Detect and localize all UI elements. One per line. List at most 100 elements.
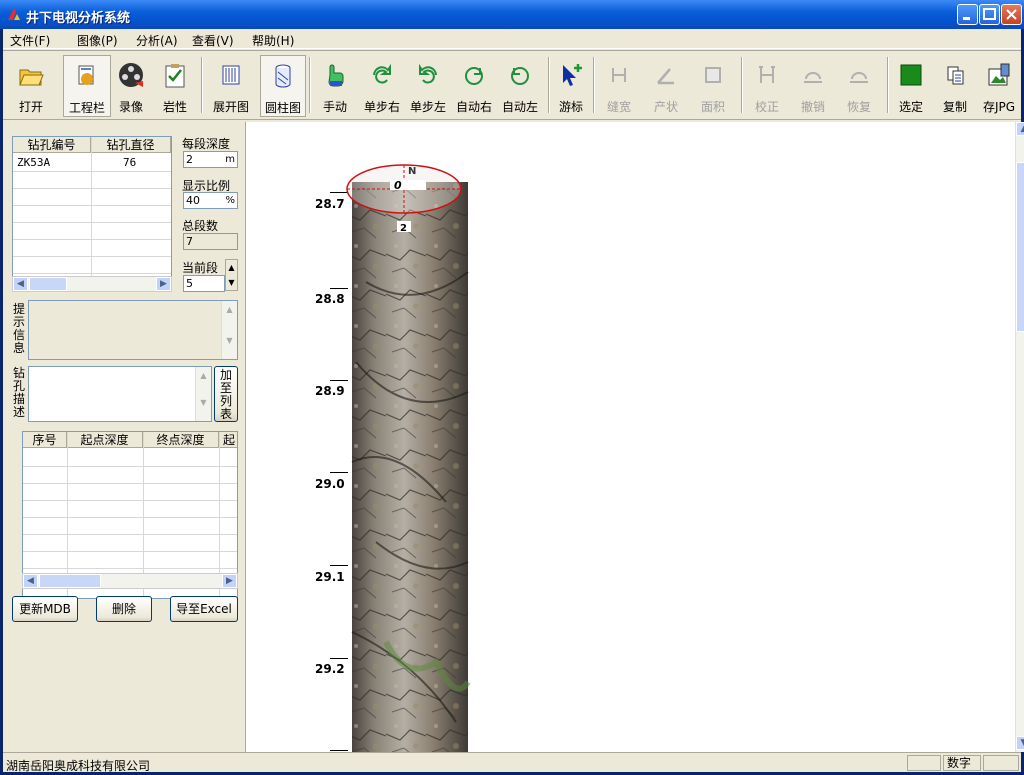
update-mdb-button[interactable]: 更新MDB: [12, 596, 78, 622]
col-index-header[interactable]: 序号: [23, 432, 67, 448]
scroll-up-icon[interactable]: ▲: [1016, 122, 1024, 136]
copy-icon: [947, 66, 964, 85]
menu-view[interactable]: 查看(V): [192, 32, 234, 49]
unroll-view-button[interactable]: 展开图: [208, 55, 254, 117]
undo-button[interactable]: 撤销: [793, 55, 833, 117]
cylinder-view-button[interactable]: 圆柱图: [260, 55, 306, 117]
menu-image[interactable]: 图像(P): [77, 32, 118, 49]
minimize-button[interactable]: [957, 4, 978, 25]
menu-bar: 文件(F) 图像(P) 分析(A) 查看(V) 帮助(H): [3, 29, 1021, 49]
scroll-thumb[interactable]: [39, 574, 101, 588]
open-button[interactable]: 打开: [13, 55, 49, 117]
current-segment-input[interactable]: 5: [183, 275, 225, 292]
depth-label: 28.8: [315, 292, 345, 306]
app-logo-icon: [8, 8, 20, 20]
redo-icon: [850, 72, 868, 83]
borehole-image-view[interactable]: 28.7 28.8 28.9 29.0 29.1 29.2 0 N 2: [245, 122, 1015, 752]
scroll-thumb[interactable]: [29, 277, 67, 291]
calibrate-button[interactable]: 校正: [747, 55, 787, 117]
cursor-plus-icon: [563, 64, 582, 86]
auto-left-button[interactable]: 自动左: [497, 55, 543, 117]
angle-icon: [657, 68, 674, 85]
hint-scrollbar[interactable]: ▲ ▼: [221, 301, 237, 359]
step-left-button[interactable]: 单步左: [405, 55, 451, 117]
maximize-icon: [983, 8, 996, 20]
redo-button[interactable]: 恢复: [839, 55, 879, 117]
step-right-button[interactable]: 单步右: [359, 55, 405, 117]
auto-right-button[interactable]: 自动右: [451, 55, 497, 117]
delete-button[interactable]: 删除: [96, 596, 152, 622]
result-table-hscroll[interactable]: ◀ ▶: [22, 573, 238, 589]
rotate-left-icon: [419, 63, 437, 84]
film-reel-icon: [119, 63, 143, 87]
scroll-right-icon[interactable]: ▶: [222, 574, 237, 588]
close-button[interactable]: [1001, 4, 1022, 25]
area-icon: [705, 67, 721, 83]
borehole-desc-textarea[interactable]: ▲ ▼: [28, 366, 212, 422]
depth-label: 28.9: [315, 384, 345, 398]
segment-spinner[interactable]: ▲ ▼: [225, 259, 238, 291]
export-excel-button[interactable]: 导至Excel: [170, 596, 238, 622]
hint-info-label: 提示信息: [12, 302, 25, 355]
table-cell[interactable]: 76: [123, 156, 136, 169]
select-button[interactable]: 选定: [893, 55, 929, 117]
borehole-cylinder-image[interactable]: 0 N 2: [346, 162, 476, 752]
app-window: 井下电视分析系统 文件(F) 图像(P) 分析(A) 查看(V) 帮助(H) 打…: [0, 0, 1024, 775]
lithology-button[interactable]: 岩性: [155, 55, 195, 117]
status-bar: 湖南岳阳奥成科技有限公司 数字: [3, 752, 1021, 773]
folder-open-icon: [19, 69, 44, 86]
depth-label: 29.1: [315, 570, 345, 584]
manual-button[interactable]: 手动: [315, 55, 355, 117]
minimize-icon: [963, 17, 970, 20]
col-start-depth-header[interactable]: 起点深度: [67, 432, 143, 448]
hint-info-box: ▲ ▼: [28, 300, 238, 360]
project-bar-button[interactable]: 工程栏: [63, 55, 111, 117]
toolbar-separator: [593, 57, 595, 113]
add-to-list-button[interactable]: 加至列表: [214, 366, 238, 422]
calibrate-icon: [759, 66, 775, 83]
toolbar-separator: [201, 57, 203, 113]
borehole-table[interactable]: 钻孔编号 钻孔直径 ZK53A 76: [12, 136, 172, 292]
menu-file[interactable]: 文件(F): [10, 32, 50, 49]
toolbar-separator: [887, 57, 889, 113]
scroll-down-icon[interactable]: ▼: [1016, 736, 1024, 750]
scroll-left-icon[interactable]: ◀: [13, 277, 28, 291]
attitude-button[interactable]: 产状: [648, 55, 684, 117]
compass-bottom-label: 2: [400, 223, 407, 234]
gap-width-button[interactable]: 缝宽: [601, 55, 637, 117]
segment-depth-input[interactable]: 2m: [183, 151, 238, 168]
depth-label: 29.0: [315, 477, 345, 491]
scroll-left-icon[interactable]: ◀: [23, 574, 38, 588]
borehole-table-hscroll[interactable]: ◀ ▶: [12, 276, 172, 292]
save-jpg-button[interactable]: 存JPG: [979, 55, 1019, 117]
project-panel-icon: [78, 65, 94, 85]
scroll-right-icon[interactable]: ▶: [156, 277, 171, 291]
view-vertical-scrollbar[interactable]: ▲ ▼: [1015, 122, 1024, 752]
borehole-diameter-header[interactable]: 钻孔直径: [91, 137, 171, 153]
borehole-id-header[interactable]: 钻孔编号: [13, 137, 91, 153]
title-bar[interactable]: 井下电视分析系统: [0, 0, 1024, 29]
menu-analysis[interactable]: 分析(A): [136, 32, 178, 49]
green-square-icon: [900, 64, 922, 86]
undo-icon: [804, 72, 822, 83]
col-end-depth-header[interactable]: 终点深度: [143, 432, 219, 448]
table-cell[interactable]: ZK53A: [17, 156, 50, 169]
toolbar-separator: [741, 57, 743, 113]
record-button[interactable]: 录像: [111, 55, 151, 117]
auto-rotate-right-icon: [465, 67, 483, 85]
segment-depth-label: 每段深度: [182, 137, 231, 151]
col-partial-header[interactable]: 起: [219, 432, 237, 448]
area-button[interactable]: 面积: [695, 55, 731, 117]
window-title: 井下电视分析系统: [26, 11, 131, 26]
save-image-icon: [988, 63, 1010, 86]
compass-zero-label: 0: [394, 179, 402, 192]
cursor-button[interactable]: 游标: [553, 55, 589, 117]
desc-scrollbar[interactable]: ▲ ▼: [195, 367, 211, 421]
clipboard-check-icon: [165, 64, 185, 88]
menu-help[interactable]: 帮助(H): [252, 32, 294, 49]
maximize-button[interactable]: [979, 4, 1000, 25]
toolbar-separator: [548, 57, 550, 113]
copy-button[interactable]: 复制: [937, 55, 973, 117]
display-scale-input[interactable]: 40%: [183, 192, 238, 209]
scroll-thumb[interactable]: [1016, 162, 1024, 332]
